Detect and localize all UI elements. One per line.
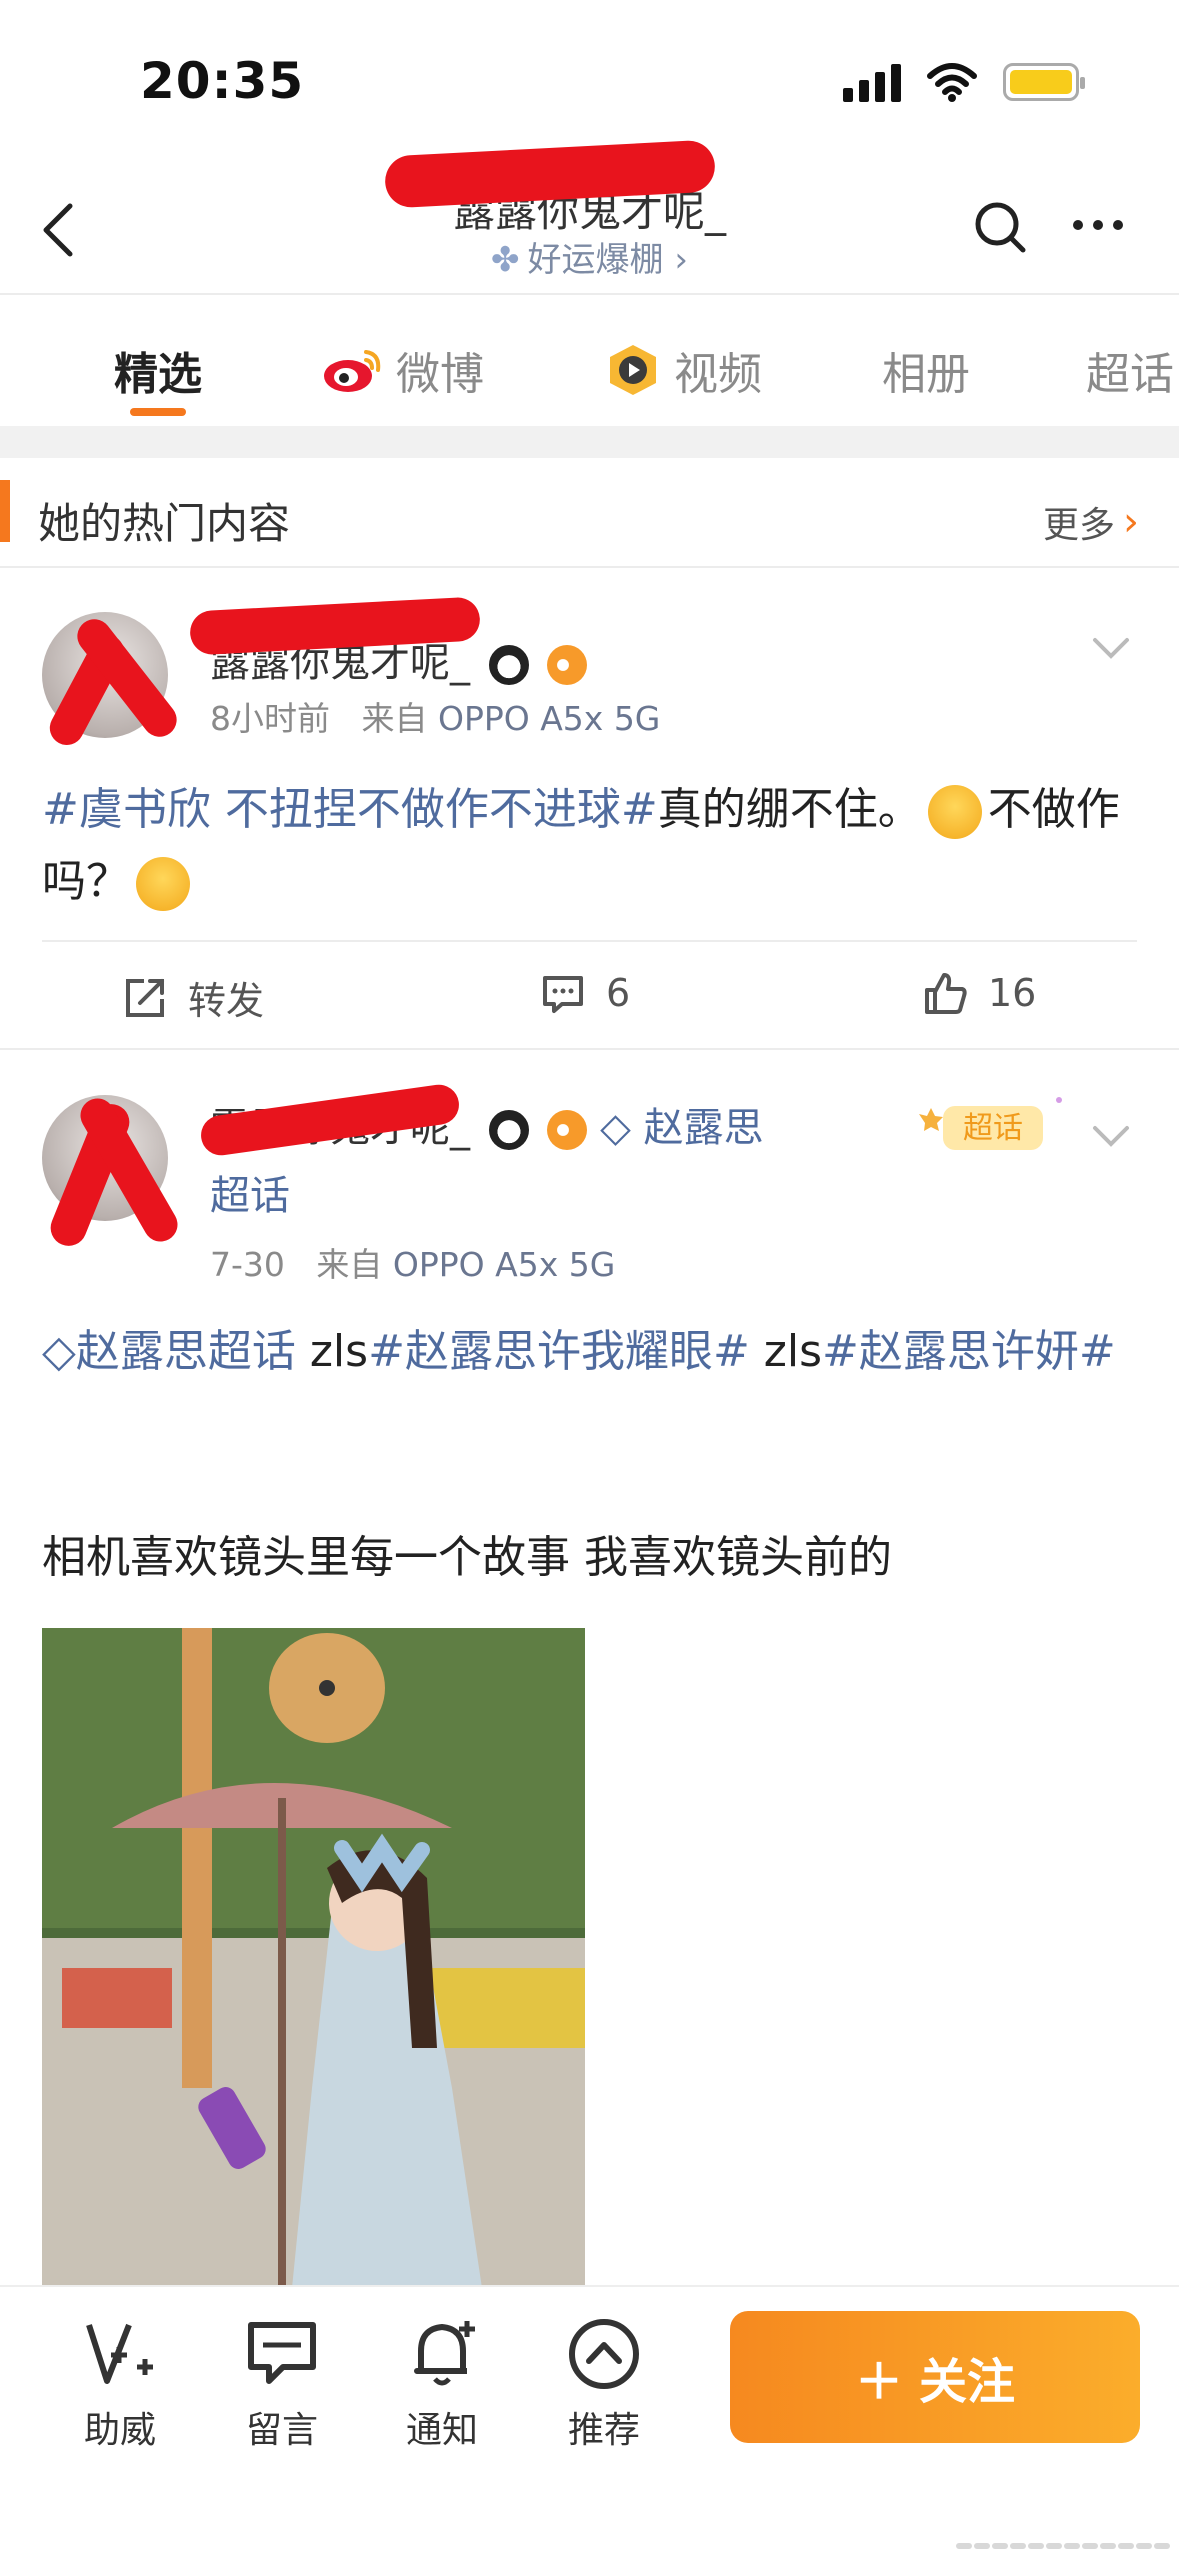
- bottom-label: 推荐: [567, 2410, 640, 2451]
- topic-link[interactable]: #赵露思许我耀眼#: [368, 1326, 750, 1377]
- search-icon[interactable]: [973, 200, 1029, 256]
- post-body: #虞书欣 不扭捏不做作不进球#真的绷不住。 不做作吗？: [42, 774, 1142, 918]
- like-count: 16: [988, 971, 1037, 1015]
- post-card[interactable]: 露露你鬼才呢_ 8小时前 来自 OPPO A5x 5G #虞书欣 不扭捏不做作不…: [0, 568, 1179, 1048]
- clover-icon: ✤: [491, 240, 520, 280]
- status-bar: 20:35: [0, 0, 1179, 150]
- comment-icon: [543, 976, 583, 1013]
- bottom-action-bar: 助威 留言 通知 推荐 ＋ 关注: [0, 2285, 1179, 2556]
- recommend-button[interactable]: 推荐: [544, 2315, 664, 2453]
- super-topic-link[interactable]: ◇赵露思超话: [42, 1326, 296, 1377]
- more-label: 更多: [1042, 505, 1115, 546]
- chevron-right-icon: ›: [1123, 499, 1139, 545]
- thumbs-up-icon: [925, 973, 967, 1014]
- status-icons: [843, 62, 1085, 102]
- follow-button[interactable]: ＋ 关注: [730, 2311, 1140, 2443]
- super-topic-badge[interactable]: 超话: [909, 1086, 1069, 1166]
- tab-label: 超话: [1086, 349, 1174, 400]
- home-indicator: [956, 2543, 1174, 2549]
- wifi-icon: [927, 63, 977, 102]
- repost-button[interactable]: 转发: [122, 970, 264, 1025]
- more-link[interactable]: 更多 ›: [1043, 496, 1139, 548]
- section-title: 她的热门内容: [38, 499, 291, 548]
- fish-badge-icon: [547, 1110, 588, 1150]
- cellular-signal-icon: [843, 62, 901, 102]
- topic-link[interactable]: #虞书欣 不扭捏不做作不进球#: [42, 784, 658, 835]
- post-body: ◇赵露思超话 zls#赵露思许我耀眼# zls#赵露思许妍#: [42, 1326, 1116, 1377]
- post-source-prefix: 来自: [316, 1245, 383, 1284]
- chevron-up-circle-icon: [569, 2319, 639, 2389]
- post-device: OPPO A5x 5G: [392, 1245, 616, 1284]
- profile-status-text: 好运爆棚 ›: [527, 240, 688, 280]
- comment-count: 6: [606, 971, 631, 1015]
- tab-label: 微博: [396, 349, 484, 400]
- repost-icon: [126, 978, 164, 1017]
- tab-super-topic[interactable]: 超话: [1086, 338, 1174, 402]
- message-button[interactable]: 留言: [222, 2315, 342, 2453]
- battery-icon: [1003, 63, 1085, 101]
- tab-video[interactable]: 视频: [604, 338, 762, 402]
- profile-tabs: 精选 微博 视频 相册 超话: [0, 300, 1179, 420]
- post-actions: 转发 6 16: [42, 940, 1137, 1045]
- post-source-prefix: 来自: [361, 699, 428, 738]
- nav-divider: [0, 293, 1179, 295]
- post-time: 8小时前: [210, 699, 330, 738]
- topic-link[interactable]: #赵露思许妍#: [822, 1326, 1116, 1377]
- tab-album[interactable]: 相册: [882, 338, 970, 402]
- post-text: 真的绷不住。: [657, 784, 922, 835]
- chat-icon: [248, 2322, 316, 2384]
- post-photo-image: [42, 1628, 585, 2288]
- chevron-down-icon[interactable]: [1091, 636, 1131, 662]
- plus-icon: ＋: [854, 2354, 903, 2410]
- cheer-button[interactable]: 助威: [60, 2315, 180, 2453]
- panda-badge-icon: [488, 1110, 529, 1150]
- weibo-logo-icon: [324, 350, 381, 392]
- post-meta: 8小时前 来自 OPPO A5x 5G: [210, 692, 660, 740]
- follow-label: 关注: [919, 2354, 1016, 2410]
- status-time: 20:35: [140, 52, 305, 110]
- chevron-down-icon[interactable]: [1091, 1124, 1131, 1150]
- video-play-icon: [610, 345, 656, 395]
- bottom-label: 通知: [405, 2410, 478, 2451]
- active-tab-indicator: [130, 408, 186, 416]
- comment-button[interactable]: 6: [540, 970, 630, 1016]
- fish-badge-icon: [547, 645, 588, 685]
- section-gap: [0, 426, 1179, 458]
- diamond-icon: ◇: [600, 1105, 631, 1151]
- more-icon[interactable]: [1073, 205, 1133, 245]
- post-photo[interactable]: [42, 1628, 585, 2288]
- hot-content-header: 她的热门内容 更多 ›: [0, 458, 1179, 568]
- post-caption: 相机喜欢镜头里每一个故事 我喜欢镜头前的: [42, 1532, 892, 1583]
- bottom-label: 助威: [83, 2410, 156, 2451]
- crying-face-icon: [927, 785, 982, 839]
- post-device: OPPO A5x 5G: [437, 699, 661, 738]
- tab-featured[interactable]: 精选: [114, 338, 202, 402]
- bell-icon: [414, 2321, 475, 2386]
- panda-badge-icon: [488, 645, 529, 685]
- tab-label: 视频: [674, 349, 762, 400]
- notify-button[interactable]: 通知: [382, 2315, 502, 2453]
- super-topic-badge-label: 超话: [963, 1111, 1023, 1146]
- bottom-label: 留言: [245, 2410, 318, 2451]
- repost-label: 转发: [188, 979, 265, 1023]
- post-card[interactable]: 露露你鬼才呢_ ◇ 赵露思超话 超话 7-30 来自 OPPO A5x 5G ◇…: [0, 1050, 1179, 2288]
- tab-weibo[interactable]: 微博: [322, 338, 484, 402]
- v-plus-icon: [86, 2323, 153, 2384]
- tab-label: 精选: [114, 349, 202, 400]
- laughing-face-icon: [136, 857, 190, 911]
- post-meta: 7-30 来自 OPPO A5x 5G: [210, 1238, 615, 1286]
- like-button[interactable]: 16: [922, 970, 1036, 1016]
- post-date: 7-30: [210, 1245, 285, 1284]
- tab-label: 相册: [882, 349, 970, 400]
- diamond-icon: ◇: [42, 1326, 76, 1377]
- section-accent-bar: [0, 480, 10, 542]
- profile-nav-bar: 露露你鬼才呢_ ✤ 好运爆棚 ›: [0, 139, 1179, 295]
